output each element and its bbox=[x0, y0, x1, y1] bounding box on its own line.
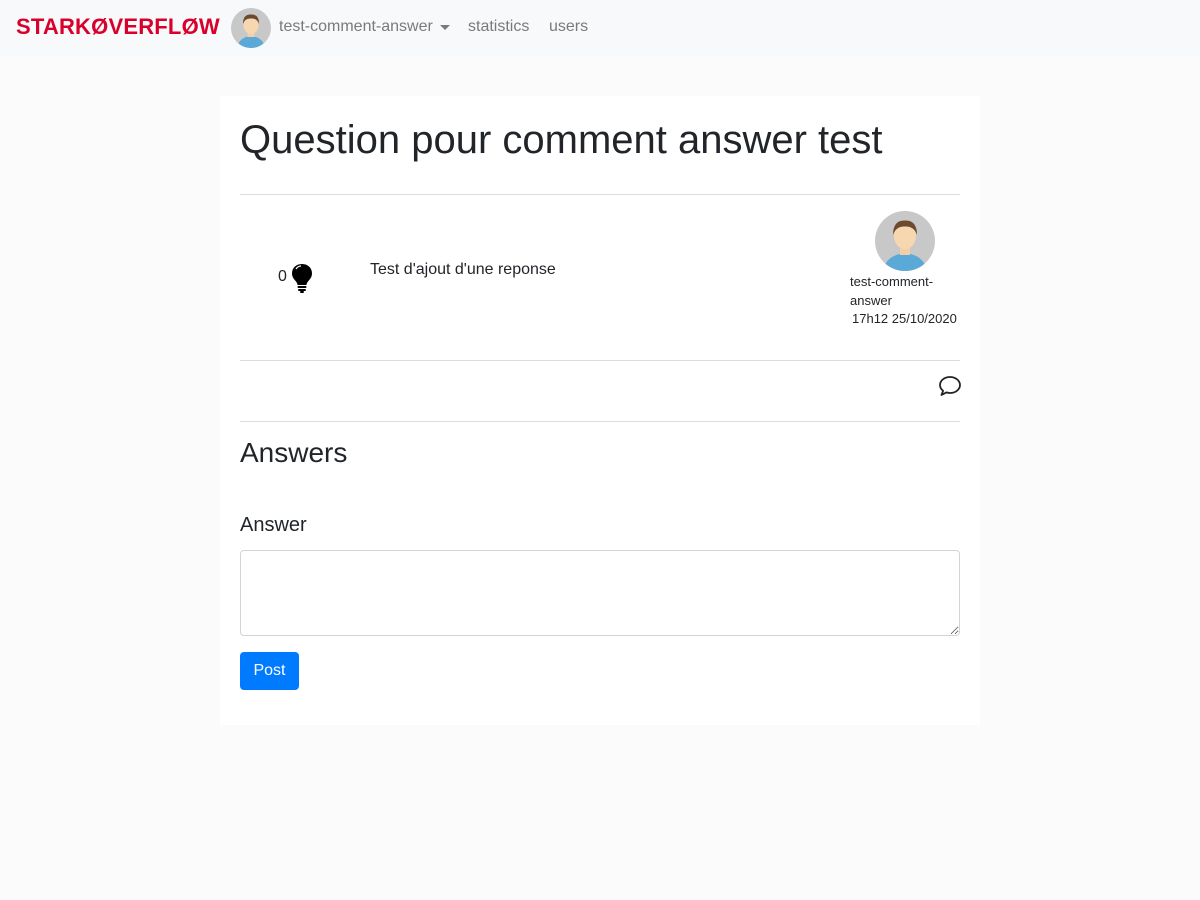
brand-logo[interactable]: STARKØVERFLØW bbox=[16, 14, 220, 40]
post-date: 17h12 25/10/2020 bbox=[852, 311, 957, 326]
divider bbox=[240, 421, 960, 422]
question-card: Question pour comment answer test 0 Test… bbox=[220, 96, 980, 725]
nav-link-statistics[interactable]: statistics bbox=[468, 18, 529, 36]
divider bbox=[240, 360, 960, 361]
user-avatar-icon[interactable] bbox=[231, 8, 271, 48]
caret-down-icon bbox=[439, 24, 450, 30]
user-dropdown[interactable]: test-comment-answer bbox=[279, 18, 450, 36]
post-button[interactable]: Post bbox=[240, 652, 299, 690]
user-dropdown-label: test-comment-answer bbox=[279, 18, 433, 35]
navbar: STARKØVERFLØW test-comment-answer statis… bbox=[0, 0, 1200, 56]
vote-count: 0 bbox=[278, 268, 287, 285]
answers-heading: Answers bbox=[240, 437, 348, 468]
author-avatar-icon[interactable] bbox=[875, 211, 935, 271]
question-title: Question pour comment answer test bbox=[240, 118, 883, 162]
answer-textarea[interactable] bbox=[240, 550, 960, 636]
author-name[interactable]: test-comment-answer bbox=[850, 272, 950, 310]
nav-link-users[interactable]: users bbox=[549, 18, 588, 36]
chat-bubble-icon[interactable] bbox=[938, 375, 962, 397]
answer-label: Answer bbox=[240, 514, 307, 536]
divider bbox=[240, 194, 960, 195]
question-body: Test d'ajout d'une reponse bbox=[370, 261, 556, 278]
lightbulb-icon[interactable] bbox=[291, 263, 313, 293]
